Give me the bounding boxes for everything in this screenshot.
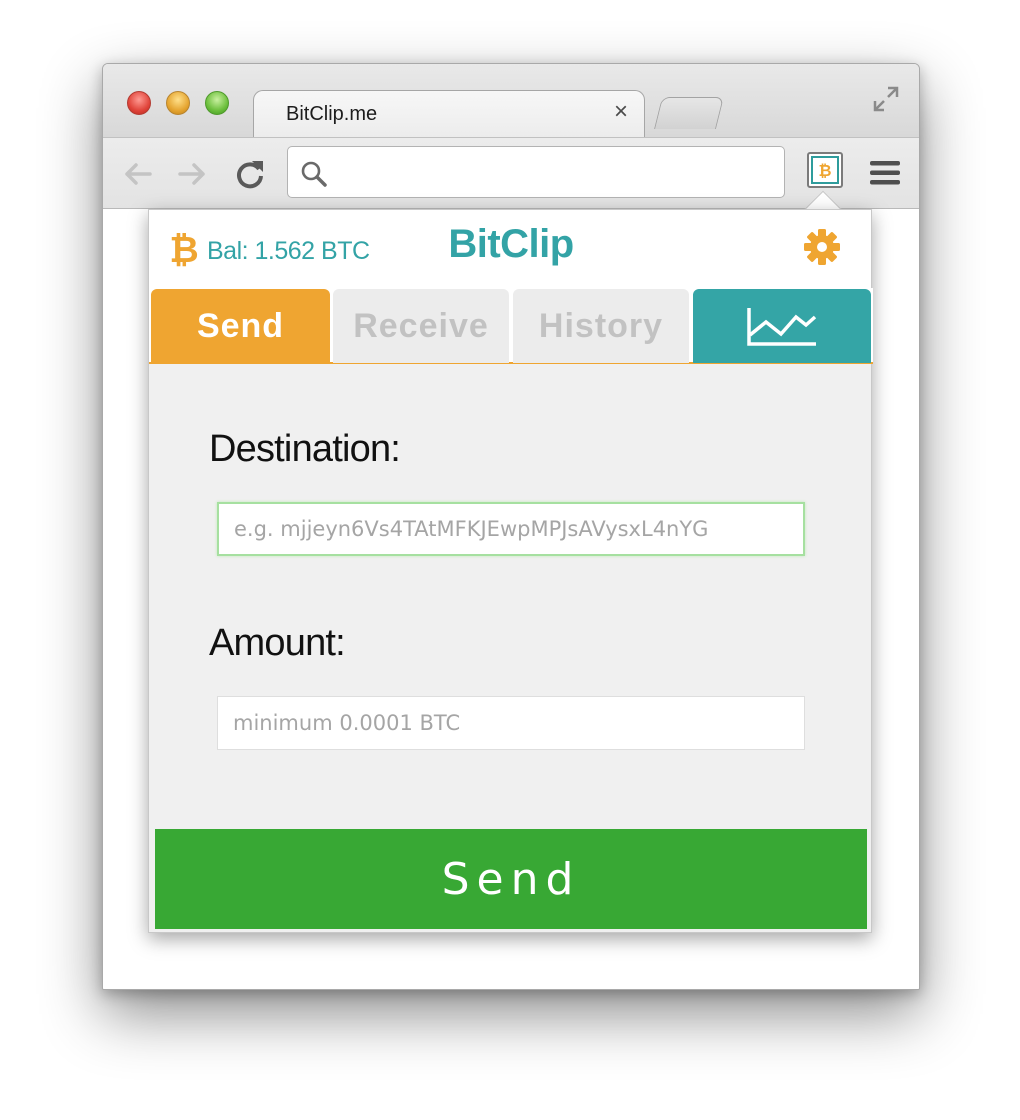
address-bar[interactable] xyxy=(287,146,785,198)
gear-icon[interactable] xyxy=(803,228,841,266)
close-window-button[interactable] xyxy=(127,91,151,115)
destination-input[interactable] xyxy=(217,502,805,556)
amount-input[interactable] xyxy=(217,696,805,750)
tab-receive[interactable]: Receive xyxy=(333,289,509,363)
bitclip-popup: ₿ Bal: 1.562 BTC BitClip Send Receive Hi… xyxy=(148,209,873,933)
tab-close-icon[interactable]: × xyxy=(614,100,628,124)
send-button[interactable]: Send xyxy=(155,829,867,929)
tab-title: BitClip.me xyxy=(286,103,378,125)
reload-icon[interactable] xyxy=(233,157,267,191)
zoom-window-button[interactable] xyxy=(205,91,229,115)
address-input[interactable] xyxy=(334,155,774,189)
fullscreen-icon[interactable] xyxy=(871,84,901,114)
browser-toolbar: ₿ xyxy=(103,137,919,209)
browser-tab-active[interactable]: BitClip.me × xyxy=(253,90,645,138)
amount-label: Amount: xyxy=(209,622,346,664)
svg-text:₿: ₿ xyxy=(818,161,831,180)
minimize-window-button[interactable] xyxy=(166,91,190,115)
bitcoin-extension-icon: ₿ xyxy=(818,161,831,180)
title-bar: BitClip.me × xyxy=(103,64,919,138)
back-arrow-icon[interactable] xyxy=(121,157,155,191)
bitclip-extension-button[interactable]: ₿ xyxy=(807,152,843,188)
hamburger-menu-icon[interactable] xyxy=(869,158,901,188)
tab-history[interactable]: History xyxy=(513,289,689,363)
popup-tabs: Send Receive History xyxy=(149,288,873,364)
tab-chart[interactable] xyxy=(693,289,871,363)
popup-header: ₿ Bal: 1.562 BTC BitClip xyxy=(149,210,871,288)
line-chart-icon xyxy=(747,308,817,346)
destination-label: Destination: xyxy=(209,428,401,470)
search-icon xyxy=(301,161,327,187)
forward-arrow-icon[interactable] xyxy=(175,157,209,191)
new-tab-button[interactable] xyxy=(654,97,724,129)
tab-send[interactable]: Send xyxy=(151,289,330,363)
app-title: BitClip xyxy=(448,222,574,266)
